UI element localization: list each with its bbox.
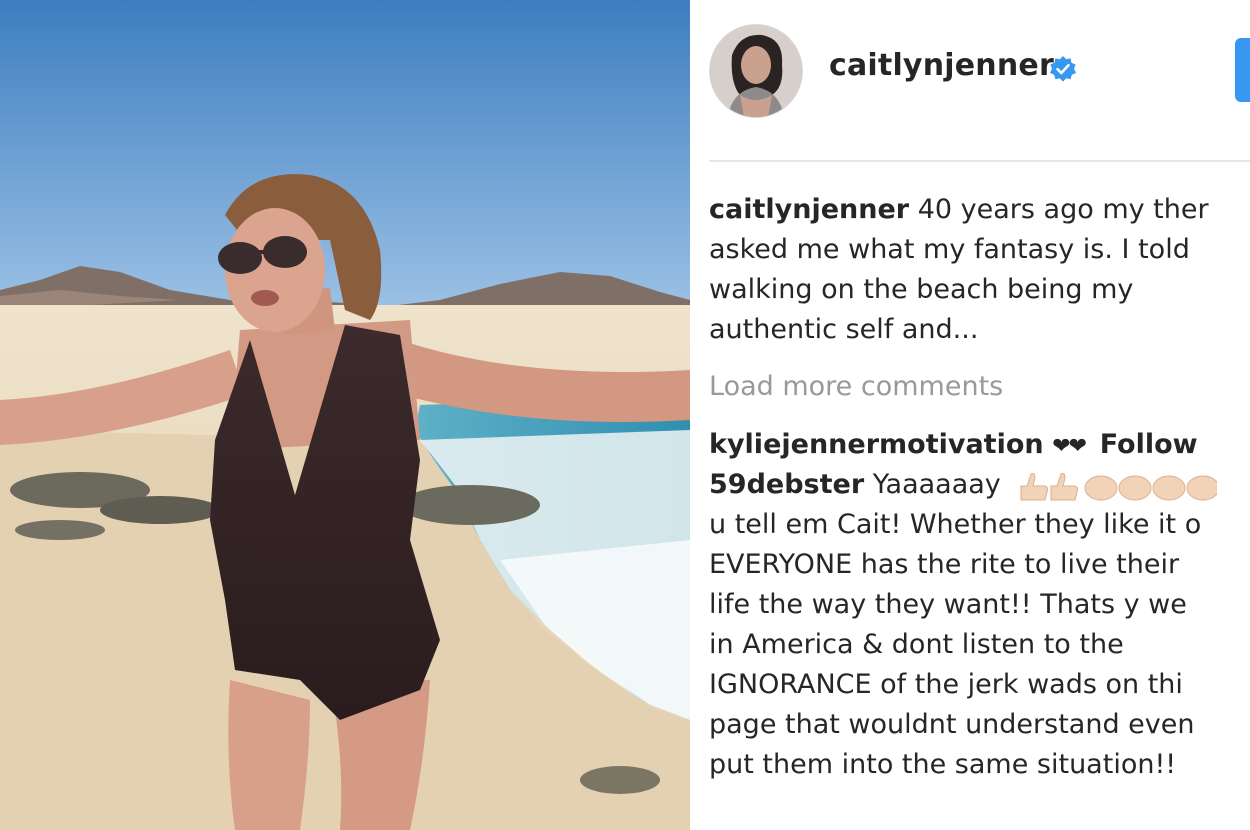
comment-line: page that wouldnt understand even	[709, 709, 1195, 740]
comment-line: kyliejennermotivation ❤❤ Follow	[709, 425, 1250, 465]
beach-photo-illustration	[0, 0, 690, 830]
comment-line: IGNORANCE of the jerk wads on thi	[709, 669, 1183, 700]
load-more-comments-link[interactable]: Load more comments	[709, 367, 1250, 407]
post-photo	[0, 0, 690, 830]
instagram-post-screenshot: caitlynjenner caitlynjenner 40 years ago…	[0, 0, 1250, 830]
comment-text: Yaaaaaay	[872, 469, 1001, 500]
comment-username[interactable]: 59debster	[709, 469, 864, 500]
avatar-portrait-icon	[710, 25, 802, 117]
comment-line: life the way they want!! Thats y we	[709, 589, 1187, 620]
caption-text: 40 years ago my ther	[917, 194, 1209, 225]
caption-line: authentic self and...	[709, 314, 979, 345]
comment-line: 59debster Yaaaaaay	[709, 465, 1250, 505]
thumbs-up-and-clap-emoji-icons	[1020, 472, 1218, 500]
post-caption: caitlynjenner 40 years ago my ther asked…	[709, 190, 1250, 350]
comment-line: EVERYONE has the rite to live their	[709, 549, 1180, 580]
hearts-emoji-icon: ❤❤	[1052, 434, 1087, 459]
author-avatar[interactable]	[709, 24, 803, 118]
caption-line: asked me what my fantasy is. I told	[709, 234, 1190, 265]
comments-section: caitlynjenner 40 years ago my ther asked…	[709, 190, 1250, 785]
header-divider	[709, 160, 1250, 162]
comment-username[interactable]: kyliejennermotivation	[709, 429, 1044, 460]
post-header: caitlynjenner	[691, 0, 1250, 140]
follow-button[interactable]	[1235, 38, 1250, 102]
caption-line: caitlynjenner 40 years ago my ther	[709, 190, 1250, 230]
verified-badge-icon	[1050, 56, 1076, 82]
caption-author[interactable]: caitlynjenner	[709, 194, 909, 225]
follow-link[interactable]: Follow	[1100, 429, 1198, 460]
comment-item: kyliejennermotivation ❤❤ Follow	[709, 425, 1250, 465]
comment-line: put them into the same situation!!	[709, 749, 1177, 780]
comment-line: u tell em Cait! Whether they like it o	[709, 509, 1202, 540]
caption-line: walking on the beach being my	[709, 274, 1134, 305]
comment-line: in America & dont listen to the	[709, 629, 1124, 660]
author-username[interactable]: caitlynjenner	[829, 48, 1054, 83]
comment-item: 59debster Yaaaaaay u tell em Cait! Wheth…	[709, 465, 1250, 785]
post-details-panel: caitlynjenner caitlynjenner 40 years ago…	[691, 0, 1250, 830]
